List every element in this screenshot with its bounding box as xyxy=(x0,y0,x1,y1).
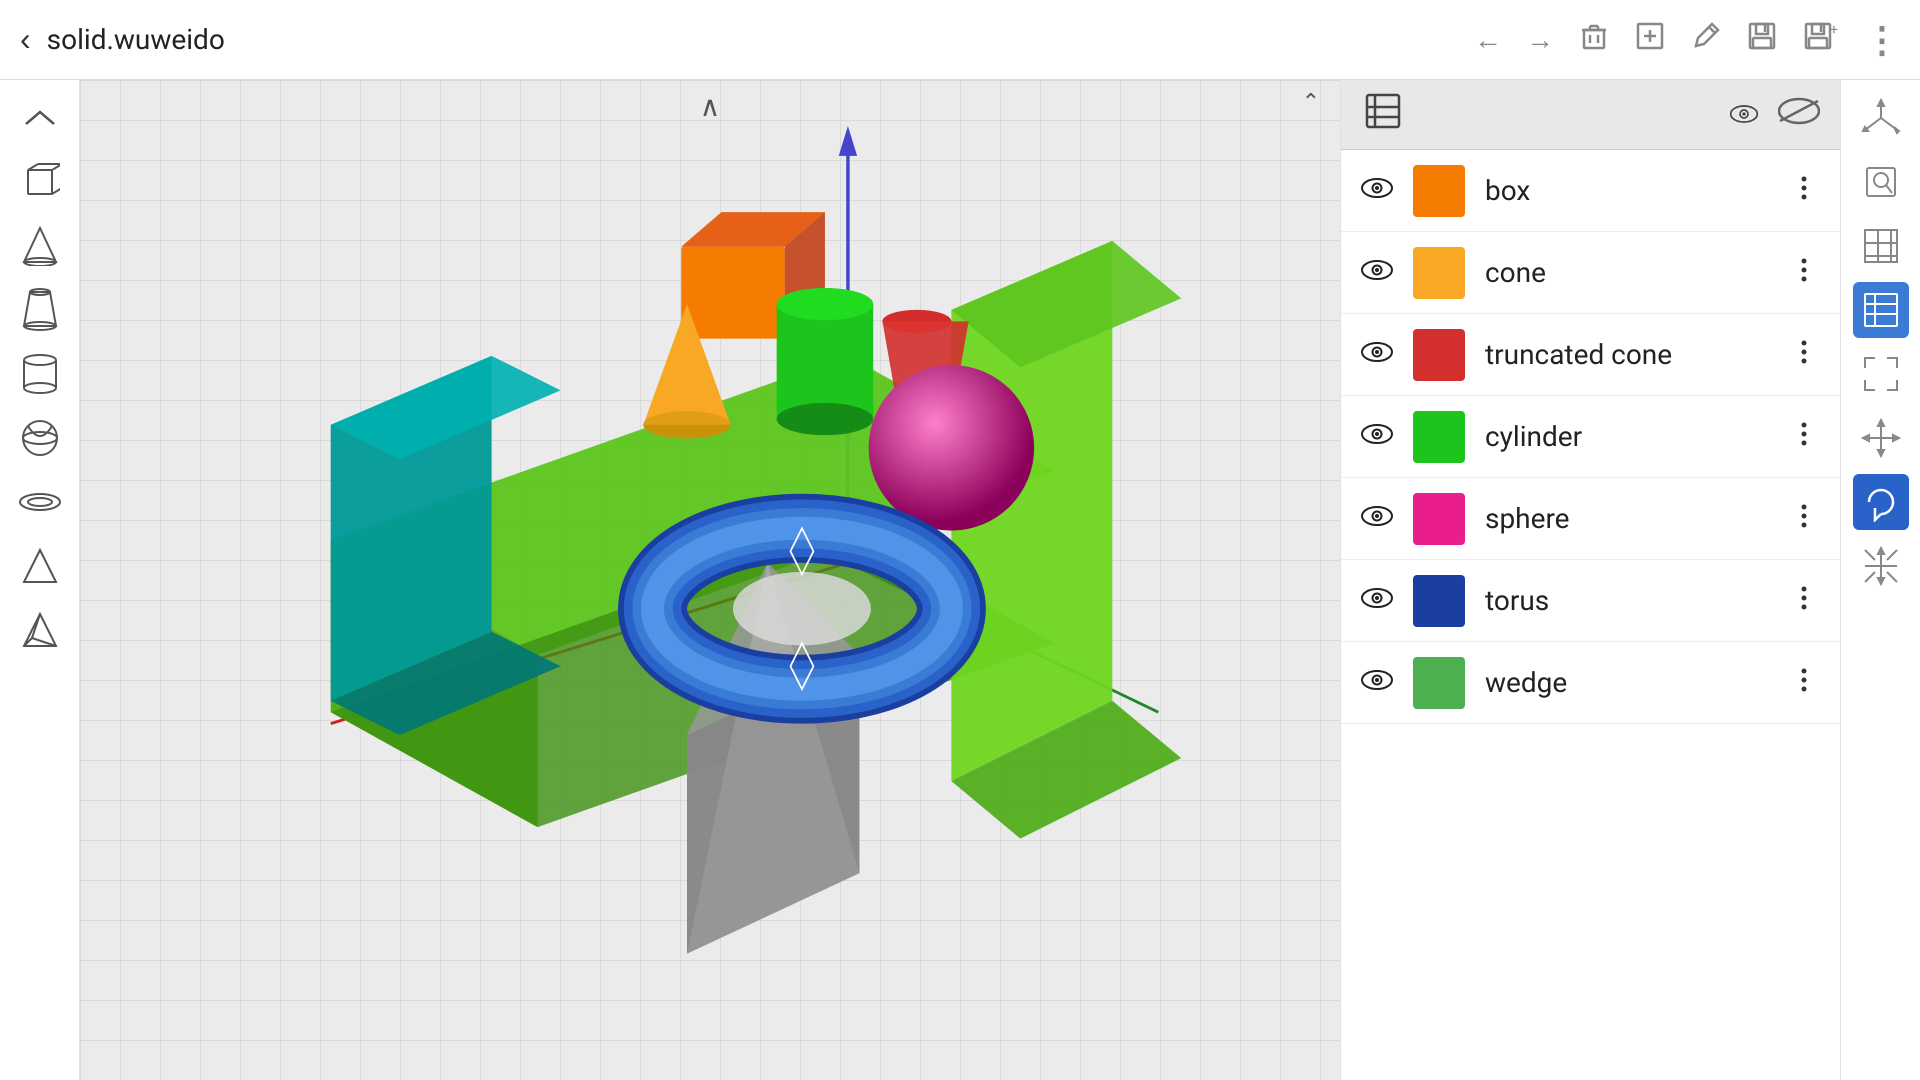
panel-eye-icon[interactable] xyxy=(1730,98,1758,131)
shape-label-truncated_cone: truncated cone xyxy=(1485,338,1768,371)
search-shape-tool-icon[interactable] xyxy=(1853,154,1909,210)
shape-label-box: box xyxy=(1485,174,1768,207)
color-swatch-sphere xyxy=(1413,493,1465,545)
more-button-box[interactable] xyxy=(1788,173,1820,209)
scene-canvas[interactable] xyxy=(80,80,1340,1080)
shape-row-cylinder[interactable]: cylinder xyxy=(1341,396,1840,478)
color-swatch-truncated_cone xyxy=(1413,329,1465,381)
more-button-cone[interactable] xyxy=(1788,255,1820,291)
shape-row-cone[interactable]: cone xyxy=(1341,232,1840,314)
layers-tool-icon[interactable] xyxy=(1853,282,1909,338)
redo-button[interactable]: → xyxy=(1526,23,1554,56)
shape-row-wedge[interactable]: wedge xyxy=(1341,642,1840,724)
color-swatch-torus xyxy=(1413,575,1465,627)
save-button[interactable] xyxy=(1746,20,1778,59)
shape-label-torus: torus xyxy=(1485,584,1768,617)
topbar-right: ← → xyxy=(1474,19,1900,61)
eye-icon-truncated_cone[interactable] xyxy=(1361,341,1393,369)
shape-row-sphere[interactable]: sphere xyxy=(1341,478,1840,560)
box-tool-icon[interactable] xyxy=(12,154,68,210)
right-sidebar xyxy=(1840,80,1920,1080)
color-swatch-wedge xyxy=(1413,657,1465,709)
fit-tool-icon[interactable] xyxy=(1853,346,1909,402)
more-button-sphere[interactable] xyxy=(1788,501,1820,537)
main-area: ∧ ⌃ xyxy=(0,80,1920,1080)
more-button-torus[interactable] xyxy=(1788,583,1820,619)
more-button-cylinder[interactable] xyxy=(1788,419,1820,455)
prism-tool-icon[interactable] xyxy=(12,538,68,594)
panel-header xyxy=(1341,80,1840,150)
shape-label-wedge: wedge xyxy=(1485,666,1768,699)
color-swatch-box xyxy=(1413,165,1465,217)
app-title: solid.wuweido xyxy=(47,23,225,56)
back-button[interactable]: ‹ xyxy=(20,21,31,58)
shape-label-cylinder: cylinder xyxy=(1485,420,1768,453)
move-tool-icon[interactable] xyxy=(1853,410,1909,466)
undo-button[interactable]: ← xyxy=(1474,23,1502,56)
add-button[interactable] xyxy=(1634,20,1666,59)
color-swatch-cone xyxy=(1413,247,1465,299)
topbar: ‹ solid.wuweido ← → xyxy=(0,0,1920,80)
cylinder-tool-icon[interactable] xyxy=(12,346,68,402)
left-sidebar xyxy=(0,80,80,1080)
right-panel: box cone truncated cone cylinder xyxy=(1340,80,1840,1080)
axes-tool-icon[interactable] xyxy=(1853,90,1909,146)
svg-text:+: + xyxy=(1830,22,1838,38)
shape-label-sphere: sphere xyxy=(1485,502,1768,535)
eye-icon-cone[interactable] xyxy=(1361,259,1393,287)
save-as-button[interactable]: + xyxy=(1802,20,1840,59)
shape-row-torus[interactable]: torus xyxy=(1341,560,1840,642)
shape-label-cone: cone xyxy=(1485,256,1768,289)
truncated-cone-tool-icon[interactable] xyxy=(12,282,68,338)
panel-list-icon[interactable] xyxy=(1361,89,1405,140)
transform-tool-icon[interactable] xyxy=(1853,538,1909,594)
shapes-list: box cone truncated cone cylinder xyxy=(1341,150,1840,1080)
rotate-tool-icon[interactable] xyxy=(1853,474,1909,530)
edit-button[interactable] xyxy=(1690,20,1722,59)
torus-tool-icon[interactable] xyxy=(12,474,68,530)
eye-icon-torus[interactable] xyxy=(1361,587,1393,615)
eye-icon-cylinder[interactable] xyxy=(1361,423,1393,451)
pyramid-tool-icon[interactable] xyxy=(12,602,68,658)
viewport[interactable]: ∧ ⌃ xyxy=(80,80,1340,1080)
panel-hide-icon[interactable] xyxy=(1778,97,1820,132)
delete-button[interactable] xyxy=(1578,20,1610,59)
eye-icon-box[interactable] xyxy=(1361,177,1393,205)
more-button-truncated_cone[interactable] xyxy=(1788,337,1820,373)
topbar-left: ‹ solid.wuweido xyxy=(20,21,225,58)
color-swatch-cylinder xyxy=(1413,411,1465,463)
eye-icon-sphere[interactable] xyxy=(1361,505,1393,533)
grid-tool-icon[interactable] xyxy=(1853,218,1909,274)
shape-row-box[interactable]: box xyxy=(1341,150,1840,232)
cone-tool-icon[interactable] xyxy=(12,218,68,274)
sphere-tool-icon[interactable] xyxy=(12,410,68,466)
more-button-wedge[interactable] xyxy=(1788,665,1820,701)
collapse-icon[interactable] xyxy=(12,90,68,146)
eye-icon-wedge[interactable] xyxy=(1361,669,1393,697)
more-menu-button[interactable]: ⋮ xyxy=(1864,19,1900,61)
shape-row-truncated_cone[interactable]: truncated cone xyxy=(1341,314,1840,396)
